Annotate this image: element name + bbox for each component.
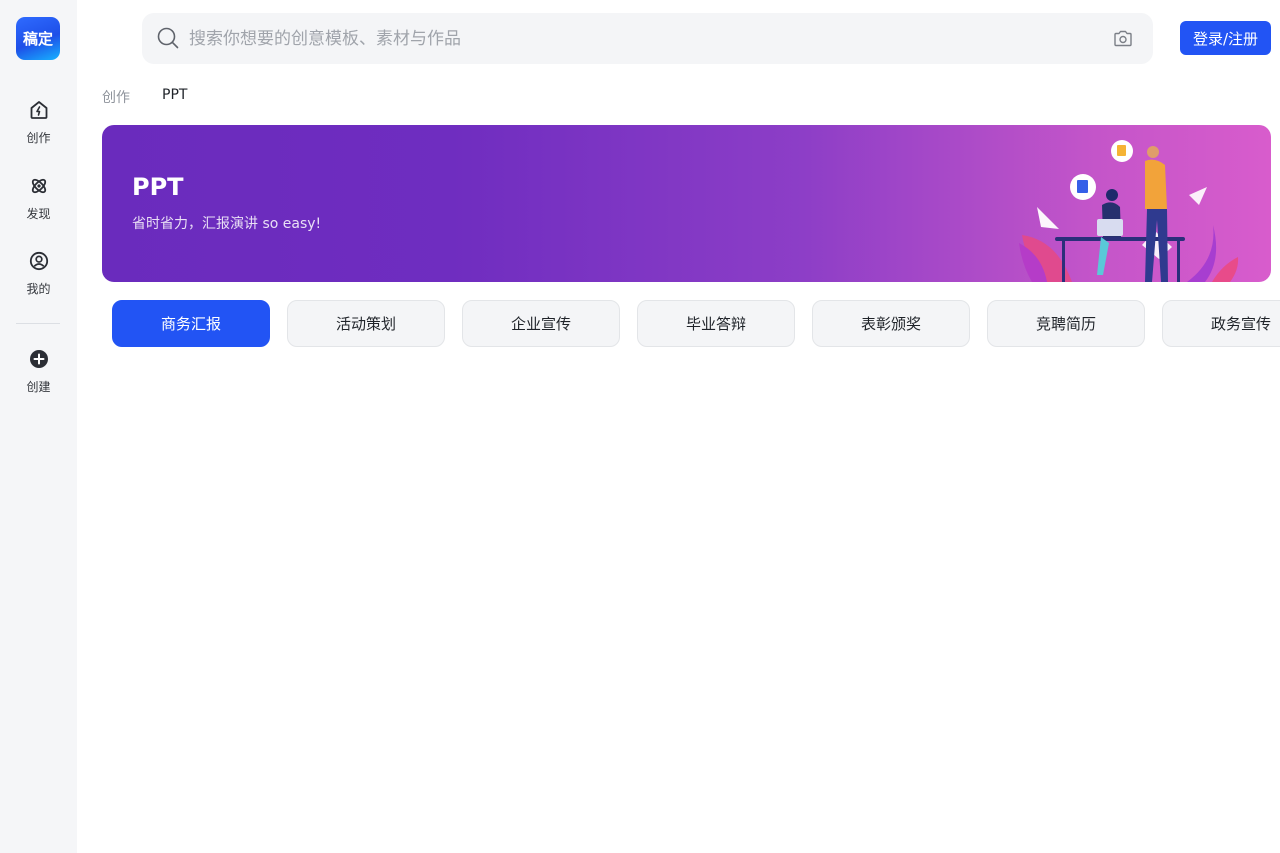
banner-subtitle: 省时省力，汇报演讲 so easy! — [132, 216, 322, 232]
camera-icon[interactable] — [1113, 29, 1133, 48]
woman-head — [1106, 189, 1118, 201]
doc-icon — [1117, 145, 1126, 156]
create-icon — [28, 99, 50, 121]
search-bar — [142, 13, 1153, 64]
add-circle-icon — [28, 348, 50, 370]
tab-event-planning[interactable]: 活动策划 — [287, 300, 445, 347]
sidebar-item-discover[interactable]: 发现 — [0, 175, 77, 231]
word-doc-icon — [1077, 180, 1088, 193]
leaf-shape — [1212, 257, 1239, 282]
tab-business-report[interactable]: 商务汇报 — [112, 300, 270, 347]
woman-legs — [1097, 237, 1109, 275]
sidebar-item-create[interactable]: 创作 — [0, 99, 77, 155]
breadcrumb-current: PPT — [162, 87, 188, 103]
sidebar-item-label: 创建 — [26, 380, 51, 394]
breadcrumb: 创作 PPT — [102, 87, 187, 107]
laptop — [1097, 219, 1123, 236]
sidebar-item-mine[interactable]: 我的 — [0, 250, 77, 306]
sidebar-divider — [16, 323, 60, 324]
sidebar-item-label: 我的 — [26, 282, 51, 296]
tab-government-promo[interactable]: 政务宣传 — [1162, 300, 1280, 347]
profile-icon — [28, 250, 50, 272]
search-input[interactable] — [189, 13, 1089, 64]
man-head — [1147, 146, 1159, 158]
sidebar: 稿定 创作 发现 我的 创建 — [0, 0, 77, 853]
category-tabs: 商务汇报 活动策划 企业宣传 毕业答辩 表彰颁奖 竞聘简历 政务宣传 — [112, 300, 1280, 347]
sidebar-item-label: 发现 — [26, 207, 51, 221]
brand-logo[interactable]: 稿定 — [16, 17, 60, 60]
sidebar-item-label: 创作 — [26, 131, 51, 145]
search-icon — [157, 27, 179, 49]
paper-sheet — [1189, 187, 1207, 205]
discover-icon — [28, 175, 50, 197]
office-illustration — [1019, 140, 1239, 282]
sidebar-item-new[interactable]: 创建 — [0, 348, 77, 404]
desk-leg — [1062, 241, 1065, 282]
breadcrumb-parent-link[interactable]: 创作 — [102, 90, 130, 106]
paper-sheet — [1037, 207, 1059, 229]
banner-title: PPT — [132, 173, 184, 201]
leaf-shape — [1187, 225, 1217, 282]
man-shirt — [1145, 159, 1167, 209]
tab-awards[interactable]: 表彰颁奖 — [812, 300, 970, 347]
category-banner: PPT 省时省力，汇报演讲 so easy! — [102, 125, 1271, 282]
tab-corporate-promo[interactable]: 企业宣传 — [462, 300, 620, 347]
login-register-button[interactable]: 登录/注册 — [1180, 21, 1271, 55]
tab-job-resume[interactable]: 竞聘简历 — [987, 300, 1145, 347]
tab-graduation-defense[interactable]: 毕业答辩 — [637, 300, 795, 347]
desk-leg — [1177, 241, 1180, 282]
